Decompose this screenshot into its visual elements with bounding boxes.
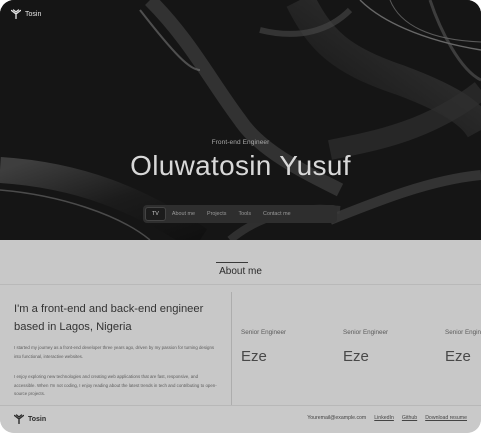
y-logo-icon [14,414,24,424]
site-footer: Tosin Youremail@example.com LinkedIn Git… [0,405,481,433]
about-headline: I'm a front-end and back-end engineer ba… [14,303,204,333]
experience-card-1: Senior Engineer Eze [241,329,286,365]
experience-company: Eze [343,348,369,365]
brand-logo[interactable]: Tosin [11,9,41,19]
footer-brand-logo[interactable]: Tosin [14,414,46,424]
footer-email[interactable]: Youremail@example.com [307,415,366,421]
hero-abstract-background [0,0,481,240]
footer-links: Youremail@example.com LinkedIn Github Do… [307,415,467,421]
nav-about-me[interactable]: About me [166,207,201,221]
experience-card-3: Senior Engineer Eze [445,329,481,365]
y-logo-icon [11,9,21,19]
experience-company: Eze [241,348,267,365]
about-divider [0,284,481,285]
nav-contact-me[interactable]: Contact me [257,207,297,221]
about-paragraph-1: I started my journey as a front-end deve… [14,345,215,359]
hero-subtitle: Front-end Engineer [211,139,270,146]
hero-section: Tosin Front-end Engineer Oluwatosin Yusu… [0,0,481,240]
nav-projects[interactable]: Projects [201,207,232,221]
about-section: About me I'm a front-end and back-end en… [0,240,481,405]
footer-link-linkedin[interactable]: LinkedIn [374,415,394,421]
column-separator [231,292,232,405]
footer-link-github[interactable]: Github [402,415,417,421]
nav-tools[interactable]: Tools [232,207,257,221]
brand-name: Tosin [25,10,42,18]
portfolio-page: Tosin Front-end Engineer Oluwatosin Yusu… [0,0,481,433]
experience-role: Senior Engineer [241,329,287,336]
nav-tv[interactable]: TV [145,207,166,221]
experience-role: Senior Engineer [445,329,481,336]
experience-card-2: Senior Engineer Eze [343,329,388,365]
hero-title: Oluwatosin Yusuf [130,150,351,181]
main-navigation: TV About me Projects Tools Contact me [143,205,337,223]
about-heading-accent [216,262,248,263]
experience-company: Eze [445,348,471,365]
about-heading: About me [219,266,262,277]
footer-brand-name: Tosin [28,415,47,423]
experience-role: Senior Engineer [343,329,389,336]
footer-link-download-resume[interactable]: Download resume [425,415,467,421]
about-paragraph-2: I enjoy exploring new technologies and c… [14,374,217,397]
